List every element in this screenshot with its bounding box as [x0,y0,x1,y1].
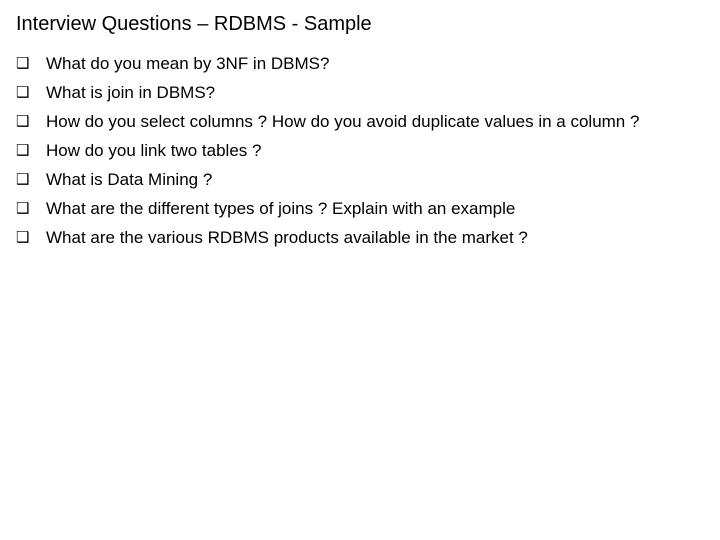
hollow-square-bullet-icon: ❑ [16,54,30,72]
hollow-square-bullet-icon: ❑ [16,83,30,101]
list-item-text: How do you select columns ? How do you a… [46,112,640,131]
hollow-square-bullet-icon: ❑ [16,170,30,188]
list-item-text: What is Data Mining ? [46,170,213,189]
hollow-square-bullet-icon: ❑ [16,112,30,130]
list-item: ❑ How do you select columns ? How do you… [16,107,688,136]
hollow-square-bullet-icon: ❑ [16,141,30,159]
list-item: ❑ What is join in DBMS? [16,78,688,107]
list-item: ❑ What are the various RDBMS products av… [16,223,688,252]
list-item: ❑ What do you mean by 3NF in DBMS? [16,49,688,78]
questions-list: ❑ What do you mean by 3NF in DBMS? ❑ Wha… [16,49,688,252]
list-item: ❑ What is Data Mining ? [16,165,688,194]
slide-canvas: Interview Questions – RDBMS - Sample ❑ W… [0,0,720,540]
list-item-text: What do you mean by 3NF in DBMS? [46,54,330,73]
hollow-square-bullet-icon: ❑ [16,228,30,246]
list-item-text: How do you link two tables ? [46,141,262,160]
list-item-text: What is join in DBMS? [46,83,216,102]
list-item: ❑ How do you link two tables ? [16,136,688,165]
list-item-text: What are the different types of joins ? … [46,199,516,218]
hollow-square-bullet-icon: ❑ [16,199,30,217]
list-item-text: What are the various RDBMS products avai… [46,228,528,247]
list-item: ❑ What are the different types of joins … [16,194,688,223]
page-title: Interview Questions – RDBMS - Sample [16,13,372,35]
